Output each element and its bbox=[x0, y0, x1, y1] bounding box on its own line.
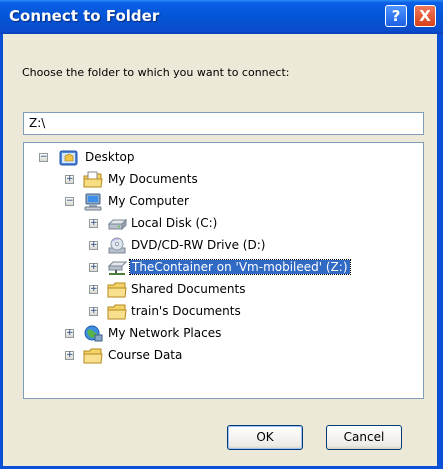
tree-item-label: train's Documents bbox=[131, 304, 241, 318]
tree-item-label: My Network Places bbox=[108, 326, 222, 340]
tree-item-network-drive[interactable]: + TheContainer on 'Vm-mobileed' (Z:) bbox=[24, 257, 423, 279]
title-bar[interactable]: Connect to Folder ? X bbox=[0, 0, 443, 34]
expand-toggle[interactable]: + bbox=[89, 307, 98, 316]
ok-button[interactable]: OK bbox=[227, 425, 303, 450]
tree-item-my-documents[interactable]: + My Documents bbox=[24, 169, 423, 191]
local-disk-icon bbox=[107, 218, 127, 231]
help-button[interactable]: ? bbox=[385, 5, 407, 27]
tree-item-dvd-drive[interactable]: + DVD/CD-RW Drive (D:) bbox=[24, 235, 423, 257]
my-computer-icon bbox=[84, 193, 102, 211]
network-drive-icon bbox=[107, 261, 127, 275]
tree-item-shared-documents[interactable]: + Shared Documents bbox=[24, 279, 423, 301]
tree-item-label: Local Disk (C:) bbox=[131, 216, 218, 230]
network-places-icon bbox=[84, 325, 103, 342]
dvd-drive-icon bbox=[108, 237, 126, 254]
tree-item-desktop[interactable]: − Desktop bbox=[24, 147, 423, 169]
folder-icon bbox=[107, 304, 127, 320]
expand-toggle[interactable]: + bbox=[89, 263, 98, 272]
expand-toggle[interactable]: + bbox=[65, 329, 74, 338]
tree-item-my-network-places[interactable]: + My Network Places bbox=[24, 323, 423, 345]
close-button[interactable]: X bbox=[414, 5, 436, 27]
prompt-label: Choose the folder to which you want to c… bbox=[22, 66, 290, 79]
tree-item-label: Shared Documents bbox=[131, 282, 246, 296]
tree-item-label: TheContainer on 'Vm-mobileed' (Z:) bbox=[129, 259, 351, 275]
tree-item-label: My Documents bbox=[108, 172, 198, 186]
tree-item-label: Desktop bbox=[85, 150, 135, 164]
tree-item-label: DVD/CD-RW Drive (D:) bbox=[131, 238, 266, 252]
cancel-button[interactable]: Cancel bbox=[326, 425, 402, 450]
dialog-window: Connect to Folder ? X Choose the folder … bbox=[0, 0, 443, 469]
expand-toggle[interactable]: + bbox=[65, 351, 74, 360]
tree-item-my-computer[interactable]: − My Computer bbox=[24, 191, 423, 213]
expand-toggle[interactable]: + bbox=[65, 175, 74, 184]
expand-toggle[interactable]: + bbox=[89, 241, 98, 250]
tree-item-label: Course Data bbox=[108, 348, 183, 362]
folder-tree[interactable]: − Desktop + My Documents − My Computer +… bbox=[23, 142, 424, 399]
expand-toggle[interactable]: + bbox=[89, 219, 98, 228]
my-documents-icon bbox=[83, 171, 103, 188]
path-input[interactable]: Z:\ bbox=[23, 112, 424, 135]
desktop-icon bbox=[59, 150, 78, 166]
window-title: Connect to Folder bbox=[9, 7, 160, 25]
tree-item-trains-documents[interactable]: + train's Documents bbox=[24, 301, 423, 323]
folder-icon bbox=[83, 348, 103, 364]
folder-icon bbox=[107, 282, 127, 298]
tree-item-local-disk[interactable]: + Local Disk (C:) bbox=[24, 213, 423, 235]
expand-toggle[interactable]: + bbox=[89, 285, 98, 294]
collapse-toggle[interactable]: − bbox=[65, 197, 74, 206]
tree-item-course-data[interactable]: + Course Data bbox=[24, 345, 423, 367]
collapse-toggle[interactable]: − bbox=[39, 153, 48, 162]
tree-item-label: My Computer bbox=[108, 194, 189, 208]
